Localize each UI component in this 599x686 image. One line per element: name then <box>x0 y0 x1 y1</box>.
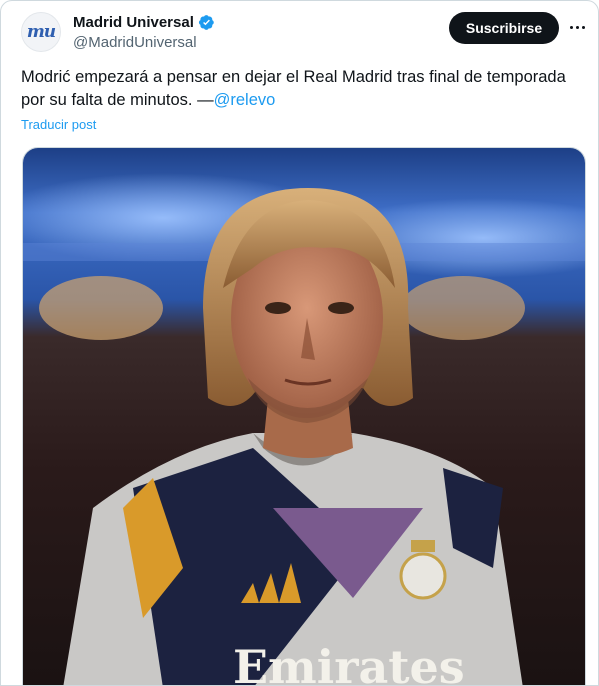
avatar[interactable]: mu <box>21 12 61 52</box>
display-name[interactable]: Madrid Universal <box>73 14 194 31</box>
more-options-icon[interactable] <box>566 16 588 38</box>
mention-link[interactable]: @relevo <box>214 91 276 109</box>
translate-link[interactable]: Traducir post <box>21 117 96 132</box>
post-card: mu Madrid Universal @MadridUniversal Sus… <box>0 0 599 686</box>
post-text: Modrić empezará a pensar en dejar el Rea… <box>21 66 571 112</box>
post-image[interactable]: Emirates <box>22 147 586 686</box>
verified-badge-icon <box>198 15 214 30</box>
subscribe-button[interactable]: Suscribirse <box>449 12 559 44</box>
post-body: Modrić empezará a pensar en dejar el Rea… <box>21 68 566 109</box>
author-name-row[interactable]: Madrid Universal <box>73 14 215 31</box>
user-handle[interactable]: @MadridUniversal <box>73 34 197 51</box>
shirt-sponsor-text: Emirates <box>233 640 465 686</box>
